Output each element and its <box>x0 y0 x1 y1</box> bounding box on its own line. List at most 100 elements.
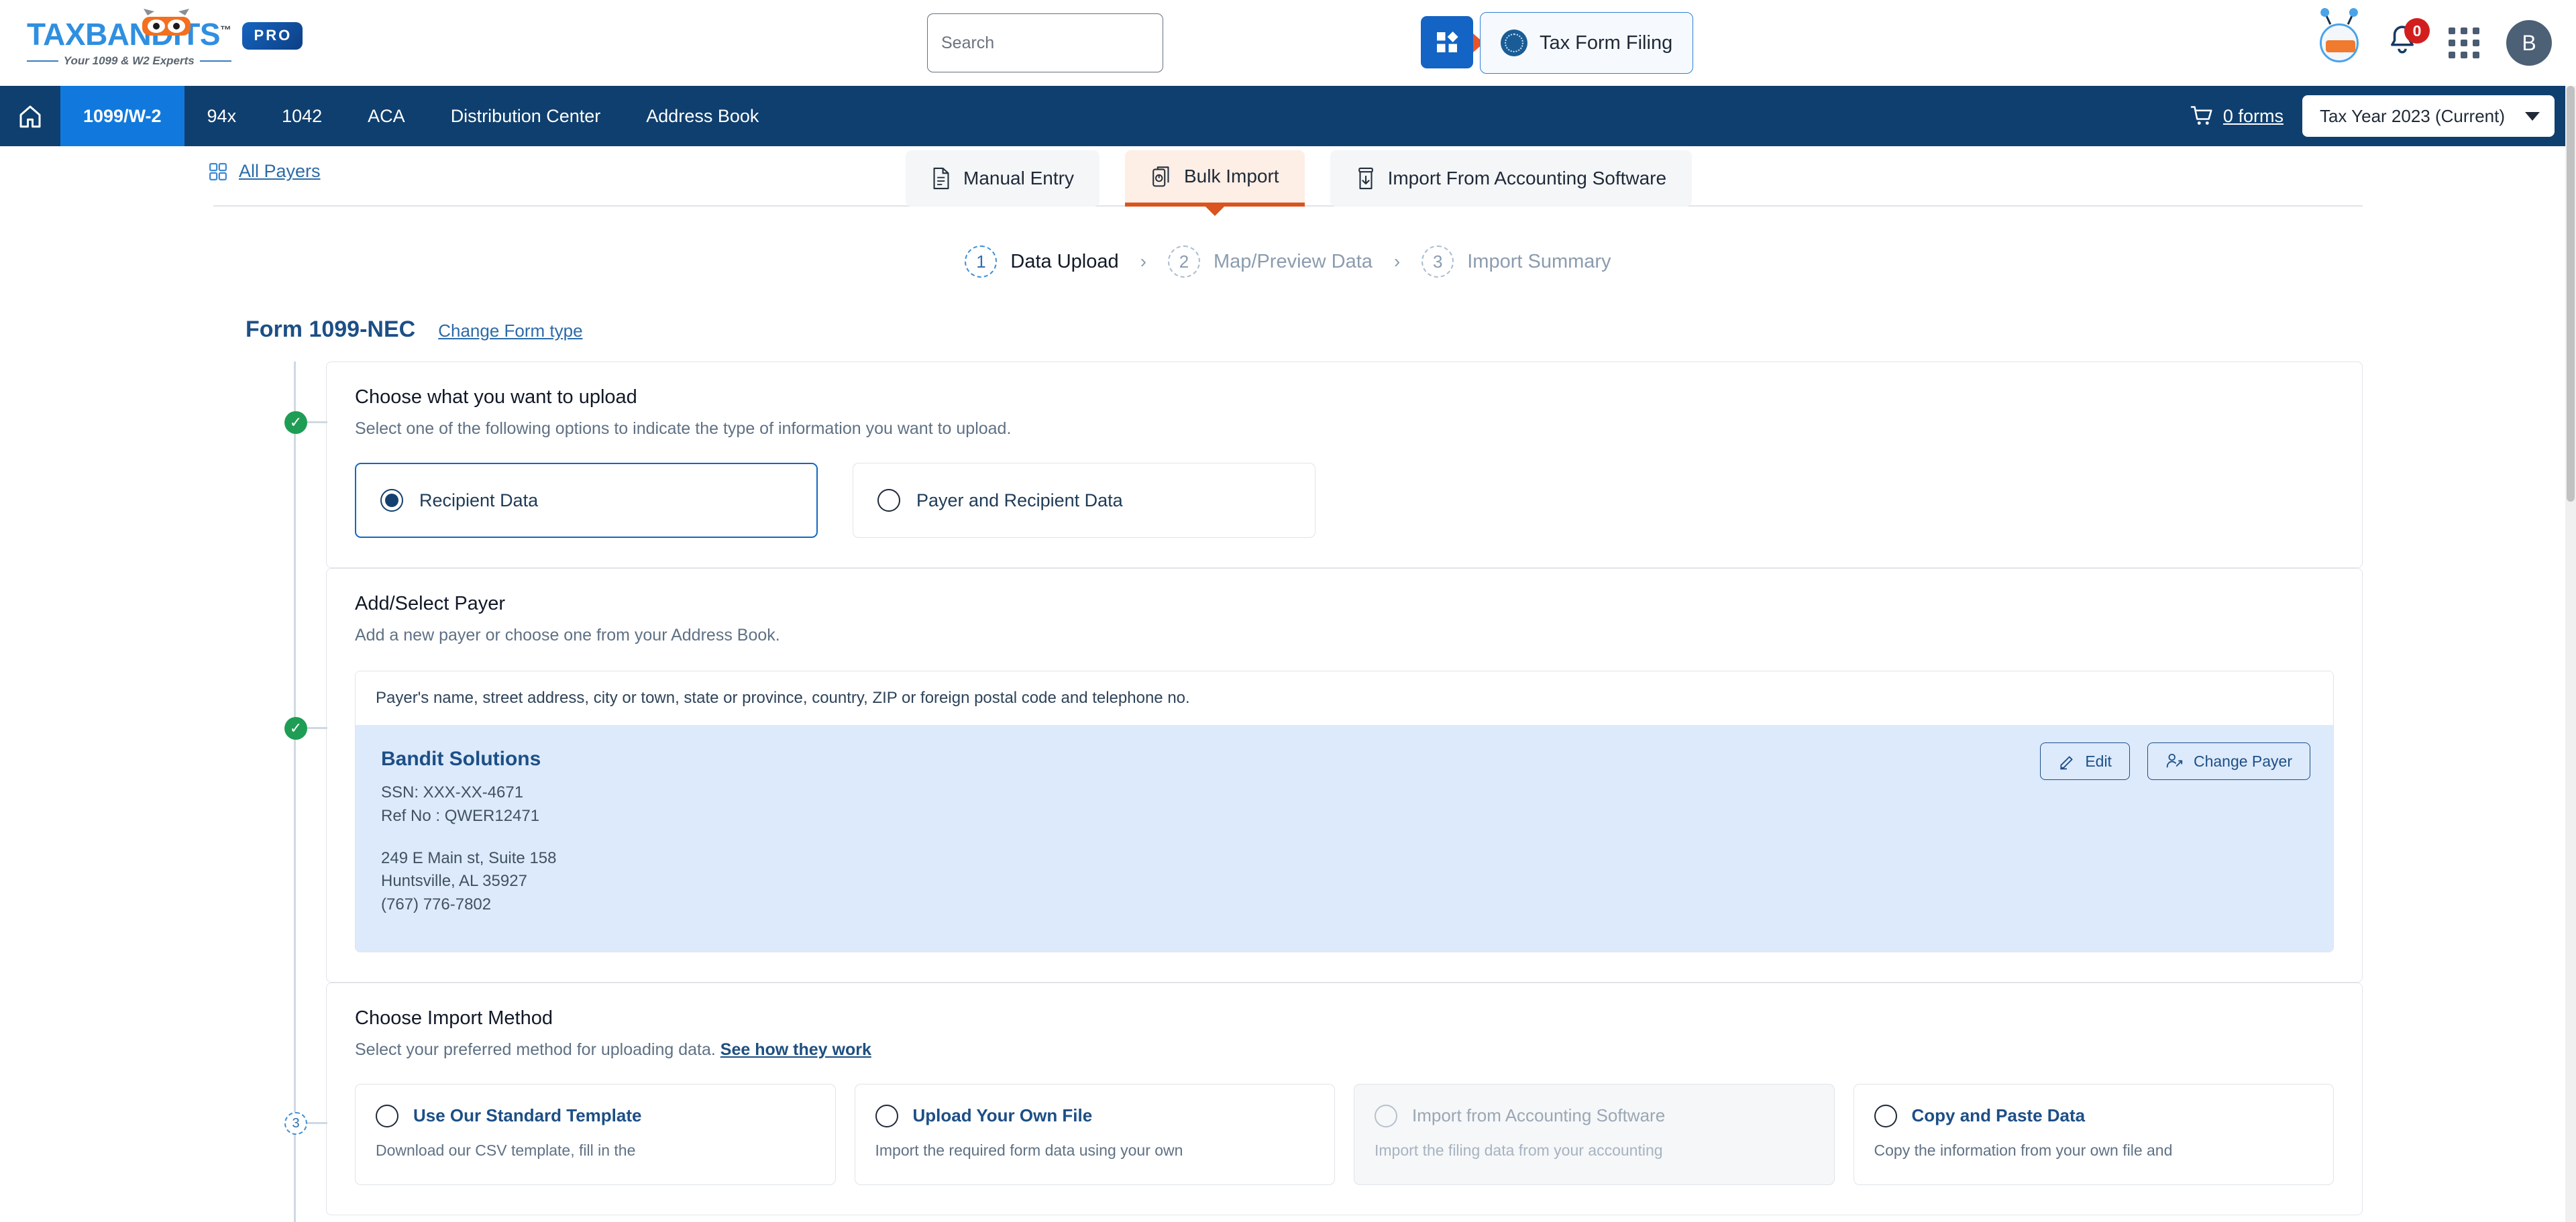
page-scrollbar[interactable] <box>2565 86 2576 1222</box>
payer-note: Payer's name, street address, city or to… <box>356 671 2333 725</box>
payer-name[interactable]: Bandit Solutions <box>381 748 557 771</box>
step-import-summary[interactable]: 3 Import Summary <box>1421 245 1611 278</box>
step-separator-icon: › <box>1393 251 1401 272</box>
bandit-mask-icon <box>142 8 191 36</box>
apps-switcher-button[interactable] <box>1421 16 1473 68</box>
step-number: 2 <box>1167 245 1200 278</box>
step-number: 1 <box>965 245 998 278</box>
payer-frame: Payer's name, street address, city or to… <box>355 671 2334 952</box>
nav-item-94x[interactable]: 94x <box>184 86 260 146</box>
tax-year-select[interactable]: Tax Year 2023 (Current) <box>2302 95 2555 137</box>
radio-upload-your-own-file[interactable] <box>875 1104 898 1127</box>
edit-payer-button[interactable]: Edit <box>2040 742 2130 780</box>
grid-2x2-icon <box>209 162 227 180</box>
step-data-upload[interactable]: 1 Data Upload <box>965 245 1119 278</box>
bulk-import-icon <box>1152 166 1169 187</box>
rail-step-3: 3 <box>284 1112 307 1135</box>
notifications-button[interactable]: 0 <box>2385 18 2430 62</box>
method-title: Copy and Paste Data <box>1911 1105 2086 1126</box>
search-input[interactable] <box>941 33 1157 53</box>
all-payers-label: All Payers <box>239 161 321 181</box>
app-grid-icon[interactable] <box>2449 27 2479 58</box>
nav-item-label: 1099/W-2 <box>83 105 162 126</box>
nav-item-label: 94x <box>207 105 237 126</box>
import-method-heading: Choose Import Method <box>355 1007 553 1029</box>
step-label: Import Summary <box>1467 250 1611 272</box>
method-use-our-standard-template[interactable]: Use Our Standard Template Download our C… <box>355 1083 836 1186</box>
step-label: Data Upload <box>1010 250 1119 272</box>
cart-forms-label: 0 forms <box>2222 105 2284 126</box>
tab-bulk-import[interactable]: Bulk Import <box>1124 150 1305 207</box>
payer-action-buttons: Edit Change Payer <box>2040 742 2310 780</box>
tab-import-from-accounting-software[interactable]: Import From Accounting Software <box>1330 150 1693 207</box>
nav-item-1042[interactable]: 1042 <box>259 86 345 146</box>
upload-choice-card: Choose what you want to upload Select on… <box>326 362 2363 568</box>
tax-form-filing-label: Tax Form Filing <box>1540 32 1673 54</box>
upload-choice-options: Recipient Data Payer and Recipient Data <box>355 463 2334 538</box>
assistant-bot-icon[interactable] <box>2320 14 2359 62</box>
change-payer-button[interactable]: Change Payer <box>2147 742 2310 780</box>
main-navigation: 1099/W-2 94x 1042 ACA Distribution Cente… <box>0 86 2576 146</box>
method-upload-your-own-file[interactable]: Upload Your Own File Import the required… <box>854 1083 1335 1186</box>
payer-sub: Add a new payer or choose one from your … <box>355 626 780 645</box>
apps-grid-icon <box>1437 32 1458 52</box>
page-title: Form 1099-NEC <box>246 317 416 342</box>
nav-item-label: ACA <box>368 105 405 126</box>
option-recipient-data[interactable]: Recipient Data <box>355 463 818 538</box>
method-desc: Download our CSV template, fill in the <box>376 1141 636 1159</box>
user-avatar[interactable]: B <box>2506 20 2552 66</box>
method-title: Use Our Standard Template <box>413 1105 642 1126</box>
nav-item-label: 1042 <box>282 105 323 126</box>
method-copy-and-paste-data[interactable]: Copy and Paste Data Copy the information… <box>1853 1083 2334 1186</box>
step-map-preview-data[interactable]: 2 Map/Preview Data <box>1167 245 1373 278</box>
sub-header-tabs: All Payers Manual Entry Bulk Import Impo… <box>209 146 2363 207</box>
trademark-symbol: ™ <box>220 23 231 37</box>
cart-icon <box>2190 106 2212 125</box>
radio-use-our-standard-template[interactable] <box>376 1104 398 1127</box>
progress-stepper: 1 Data Upload › 2 Map/Preview Data › 3 I… <box>0 245 2576 278</box>
search-box[interactable] <box>927 13 1163 72</box>
rail-check-payer: ✓ <box>284 717 307 740</box>
app-logo[interactable]: TAXBANDITS™ Your 1099 & W2 Experts PRO <box>27 8 303 68</box>
change-form-type-link[interactable]: Change Form type <box>438 321 582 341</box>
form-title-row: Form 1099-NEC Change Form type <box>246 317 2576 343</box>
payer-address-line-1: 249 E Main st, Suite 158 <box>381 848 557 867</box>
tab-label: Import From Accounting Software <box>1387 168 1667 188</box>
home-button[interactable] <box>0 86 60 146</box>
tab-manual-entry[interactable]: Manual Entry <box>906 150 1099 207</box>
change-payer-label: Change Payer <box>2193 752 2292 770</box>
nav-item-distribution-center[interactable]: Distribution Center <box>428 86 624 146</box>
step-separator-icon: › <box>1140 251 1146 272</box>
edit-payer-label: Edit <box>2085 752 2112 770</box>
scrollbar-thumb[interactable] <box>2567 86 2575 502</box>
step-label: Map/Preview Data <box>1213 250 1373 272</box>
radio-copy-and-paste-data[interactable] <box>1874 1104 1897 1127</box>
document-icon <box>933 167 949 190</box>
payer-details: Bandit Solutions SSN: XXX-XX-4671 Ref No… <box>356 725 2333 952</box>
import-method-options: Use Our Standard Template Download our C… <box>355 1083 2334 1186</box>
chevron-down-icon <box>2525 111 2540 121</box>
import-download-icon <box>1358 167 1373 190</box>
upload-choice-sub: Select one of the following options to i… <box>355 419 1012 438</box>
progress-rail <box>294 362 296 1222</box>
method-title: Import from Accounting Software <box>1412 1105 1666 1126</box>
rail-spur <box>307 1122 327 1124</box>
method-title: Upload Your Own File <box>912 1105 1093 1126</box>
cart-forms-link[interactable]: 0 forms <box>2190 104 2284 128</box>
tax-form-filing-button[interactable]: Tax Form Filing <box>1480 12 1694 74</box>
all-payers-link[interactable]: All Payers <box>208 161 321 182</box>
nav-item-label: Address Book <box>646 105 759 126</box>
method-desc: Import the filing data from your account… <box>1375 1141 1663 1159</box>
notification-count-badge: 0 <box>2404 18 2430 44</box>
radio-recipient-data[interactable] <box>380 489 403 512</box>
irs-seal-icon <box>1501 30 1527 56</box>
rail-spur <box>307 727 327 729</box>
nav-item-1099-w2[interactable]: 1099/W-2 <box>60 86 184 146</box>
nav-item-aca[interactable]: ACA <box>345 86 428 146</box>
radio-payer-and-recipient-data[interactable] <box>877 489 900 512</box>
pencil-icon <box>2060 756 2073 770</box>
nav-item-address-book[interactable]: Address Book <box>623 86 782 146</box>
option-payer-and-recipient-data[interactable]: Payer and Recipient Data <box>853 463 1316 538</box>
change-user-icon <box>2166 753 2183 768</box>
see-how-they-work-link[interactable]: See how they work <box>720 1040 871 1059</box>
